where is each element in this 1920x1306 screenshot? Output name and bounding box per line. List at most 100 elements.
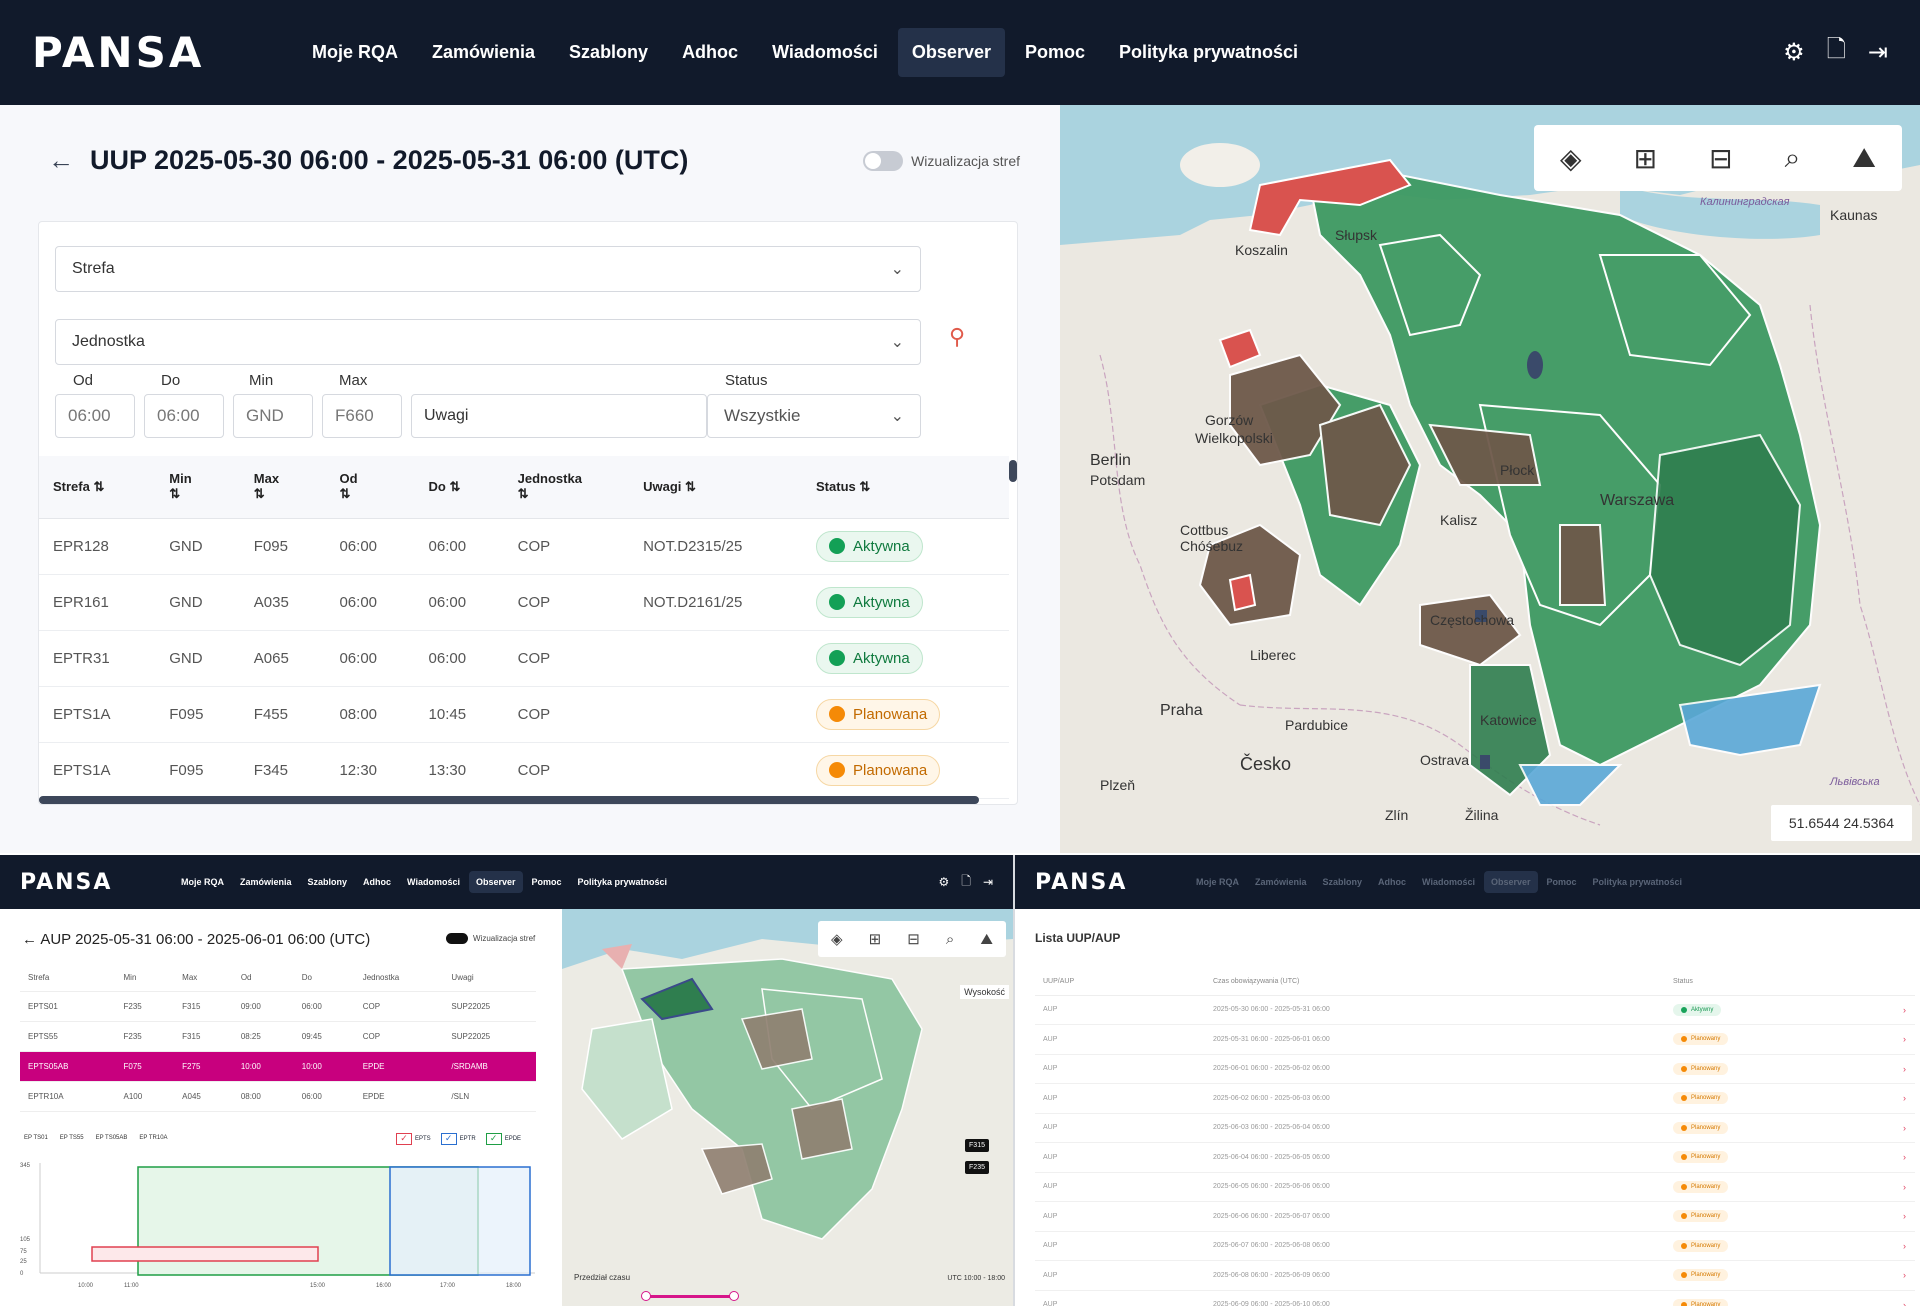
aup-map[interactable]: ◈ ⊞ ⊟ ⌕ ⛰ Wysokość F315 F235 Przedział c… bbox=[562, 909, 1013, 1306]
chevron-right-icon[interactable]: › bbox=[1895, 995, 1915, 1025]
nav-item-szablony[interactable]: Szablony bbox=[1316, 871, 1370, 893]
table-row[interactable]: EPTS55 F235 F315 08:25 09:45 COP SUP22025 bbox=[20, 1021, 536, 1052]
max-field[interactable]: F660 bbox=[322, 394, 402, 438]
col-od[interactable]: Od ⇅ bbox=[325, 456, 415, 519]
col-jednostka[interactable]: Jednostka bbox=[354, 965, 444, 992]
col-strefa[interactable]: Strefa bbox=[20, 965, 116, 992]
chevron-right-icon[interactable]: › bbox=[1895, 1024, 1915, 1055]
pansa-logo[interactable]: PANSA bbox=[32, 28, 262, 77]
col-do[interactable]: Do bbox=[293, 965, 355, 992]
nav-item-zamowienia[interactable]: Zamówienia bbox=[418, 28, 549, 77]
nav-item-polityka[interactable]: Polityka prywatności bbox=[1586, 871, 1690, 893]
altitude-icon[interactable]: ⛰ bbox=[1852, 142, 1876, 175]
nav-item-szablony[interactable]: Szablony bbox=[301, 871, 355, 893]
list-item[interactable]: AUP 2025-06-06 06:00 - 2025-06-07 06:00 Pl… bbox=[1035, 1201, 1915, 1232]
table-row[interactable]: EPTS01 F235 F315 09:00 06:00 COP SUP22025 bbox=[20, 991, 536, 1022]
nav-item-pomoc[interactable]: Pomoc bbox=[525, 871, 569, 893]
chevron-right-icon[interactable]: › bbox=[1895, 1142, 1915, 1173]
chevron-right-icon[interactable]: › bbox=[1895, 1201, 1915, 1232]
logout-icon[interactable]: ⇥ bbox=[1868, 32, 1888, 73]
aup-map-canvas[interactable] bbox=[562, 909, 1013, 1306]
nav-item-moje-rqa[interactable]: Moje RQA bbox=[1189, 871, 1246, 893]
col-status[interactable]: Status bbox=[1665, 969, 1895, 996]
logout-icon[interactable]: ⇥ bbox=[983, 872, 993, 893]
zoom-in-icon[interactable]: ⊞ bbox=[1634, 142, 1657, 175]
col-uwagi[interactable]: Uwagi ⇅ bbox=[629, 456, 803, 519]
uwagi-field[interactable]: Uwagi bbox=[411, 394, 707, 438]
jednostka-select[interactable]: Jednostka ⌄ bbox=[55, 319, 921, 365]
strefa-select[interactable]: Strefa ⌄ bbox=[55, 246, 921, 292]
zone-visualization-toggle[interactable]: Wizualizacja stref bbox=[446, 933, 535, 944]
list-item[interactable]: AUP 2025-06-02 06:00 - 2025-06-03 06:00 Pl… bbox=[1035, 1083, 1915, 1114]
col-min[interactable]: Min bbox=[115, 965, 175, 992]
layers-icon[interactable]: ◈ bbox=[831, 930, 843, 948]
table-row[interactable]: EPR161 GND A035 06:00 06:00 COP NOT.D216… bbox=[39, 574, 1009, 631]
chevron-right-icon[interactable]: › bbox=[1895, 1054, 1915, 1084]
nav-item-wiadomosci[interactable]: Wiadomości bbox=[400, 871, 467, 893]
list-item[interactable]: AUP 2025-06-07 06:00 - 2025-06-08 06:00 Pl… bbox=[1035, 1231, 1915, 1261]
list-item[interactable]: AUP 2025-06-05 06:00 - 2025-06-06 06:00 Pl… bbox=[1035, 1172, 1915, 1202]
status-select[interactable]: Wszystkie ⌄ bbox=[707, 394, 921, 438]
checkbox-epde[interactable]: ✓ EPDE bbox=[485, 1133, 521, 1145]
nav-item-moje-rqa[interactable]: Moje RQA bbox=[298, 28, 412, 77]
nav-item-adhoc[interactable]: Adhoc bbox=[1371, 871, 1413, 893]
table-row-selected[interactable]: EPTS05AB F075 F275 10:00 10:00 EPDE/SRDAMB bbox=[20, 1051, 536, 1082]
nav-item-pomoc[interactable]: Pomoc bbox=[1540, 871, 1584, 893]
zoom-out-icon[interactable]: ⊟ bbox=[1709, 142, 1732, 175]
col-max[interactable]: Max ⇅ bbox=[239, 456, 326, 519]
altitude-tag-top[interactable]: F315 bbox=[965, 1139, 989, 1152]
chevron-right-icon[interactable]: › bbox=[1895, 1290, 1915, 1306]
list-item[interactable]: AUP 2025-06-01 06:00 - 2025-06-02 06:00 Pl… bbox=[1035, 1054, 1915, 1084]
table-row[interactable]: EPR128 GND F095 06:00 06:00 COP NOT.D231… bbox=[39, 518, 1009, 575]
nav-item-observer[interactable]: Observer bbox=[1483, 871, 1538, 893]
settings-gear-icon[interactable]: ⚙ bbox=[1783, 32, 1805, 73]
timeline-chart[interactable]: 345 105 75 25 0 10:00 11:00 15:00 16:00 … bbox=[20, 1155, 540, 1293]
nav-item-pomoc[interactable]: Pomoc bbox=[1011, 28, 1099, 77]
nav-item-szablony[interactable]: Szablony bbox=[555, 28, 662, 77]
chevron-right-icon[interactable]: › bbox=[1895, 1231, 1915, 1261]
col-strefa[interactable]: Strefa ⇅ bbox=[39, 456, 156, 519]
nav-item-observer[interactable]: Observer bbox=[468, 871, 523, 893]
col-status[interactable]: Status ⇅ bbox=[802, 456, 1009, 519]
nav-item-wiadomosci[interactable]: Wiadomości bbox=[758, 28, 892, 77]
document-icon[interactable]: 🗋 bbox=[961, 872, 971, 893]
list-item[interactable]: AUP 2025-06-04 06:00 - 2025-06-05 06:00 Pl… bbox=[1035, 1142, 1915, 1173]
nav-item-zamowienia[interactable]: Zamówienia bbox=[1248, 871, 1314, 893]
list-item[interactable]: AUP 2025-05-31 06:00 - 2025-06-01 06:00 Pl… bbox=[1035, 1024, 1915, 1055]
list-item[interactable]: AUP 2025-06-03 06:00 - 2025-06-04 06:00 Pl… bbox=[1035, 1113, 1915, 1143]
map-canvas[interactable]: Калининградская Kaunas Koszalin Słupsk G… bbox=[1060, 105, 1920, 853]
col-uwagi[interactable]: Uwagi bbox=[443, 965, 536, 992]
document-icon[interactable]: 🗋 bbox=[1827, 32, 1846, 73]
list-item[interactable]: AUP 2025-06-08 06:00 - 2025-06-09 06:00 Pl… bbox=[1035, 1260, 1915, 1291]
list-item[interactable]: AUP 2025-05-30 06:00 - 2025-05-31 06:00 Ak… bbox=[1035, 995, 1915, 1025]
table-row[interactable]: EPTS1A F095 F455 08:00 10:45 COP Planowa… bbox=[39, 686, 1009, 743]
nav-item-zamowienia[interactable]: Zamówienia bbox=[233, 871, 299, 893]
zoom-in-icon[interactable]: ⊞ bbox=[869, 930, 882, 948]
search-icon[interactable]: ⌕ bbox=[946, 931, 954, 948]
table-row[interactable]: EPTR10A A100 A045 08:00 06:00 EPDE/SLN bbox=[20, 1081, 536, 1112]
pansa-logo[interactable]: PANSA bbox=[1035, 870, 1165, 895]
col-do[interactable]: Do ⇅ bbox=[414, 456, 504, 519]
nav-item-wiadomosci[interactable]: Wiadomości bbox=[1415, 871, 1482, 893]
table-row[interactable]: EPTR31 GND A065 06:00 06:00 COP Aktywna bbox=[39, 630, 1009, 687]
col-jednostka[interactable]: Jednostka ⇅ bbox=[503, 456, 630, 519]
nav-item-polityka[interactable]: Polityka prywatności bbox=[571, 871, 675, 893]
airspace-map[interactable]: Калининградская Kaunas Koszalin Słupsk G… bbox=[1060, 105, 1920, 853]
search-icon[interactable]: ⌕ bbox=[1785, 142, 1801, 175]
zone-visualization-toggle[interactable] bbox=[863, 151, 904, 171]
table-row[interactable]: EPTS1A F095 F345 12:30 13:30 COP Planowa… bbox=[39, 742, 1009, 799]
col-min[interactable]: Min ⇅ bbox=[155, 456, 240, 519]
checkbox-epts[interactable]: ✓ EPTS bbox=[396, 1133, 431, 1145]
nav-item-polityka[interactable]: Polityka prywatności bbox=[1105, 28, 1312, 77]
min-field[interactable]: GND bbox=[233, 394, 313, 438]
chevron-right-icon[interactable]: › bbox=[1895, 1260, 1915, 1291]
pansa-logo[interactable]: PANSA bbox=[20, 870, 150, 895]
horizontal-scrollbar[interactable] bbox=[39, 796, 979, 804]
chevron-right-icon[interactable]: › bbox=[1895, 1083, 1915, 1114]
col-od[interactable]: Od bbox=[232, 965, 294, 992]
od-field[interactable]: 06:00 bbox=[55, 394, 135, 438]
chevron-right-icon[interactable]: › bbox=[1895, 1113, 1915, 1143]
nav-item-observer[interactable]: Observer bbox=[897, 28, 1005, 77]
nav-item-adhoc[interactable]: Adhoc bbox=[668, 28, 752, 77]
list-item[interactable]: AUP 2025-06-09 06:00 - 2025-06-10 06:00 Pl… bbox=[1035, 1290, 1915, 1306]
